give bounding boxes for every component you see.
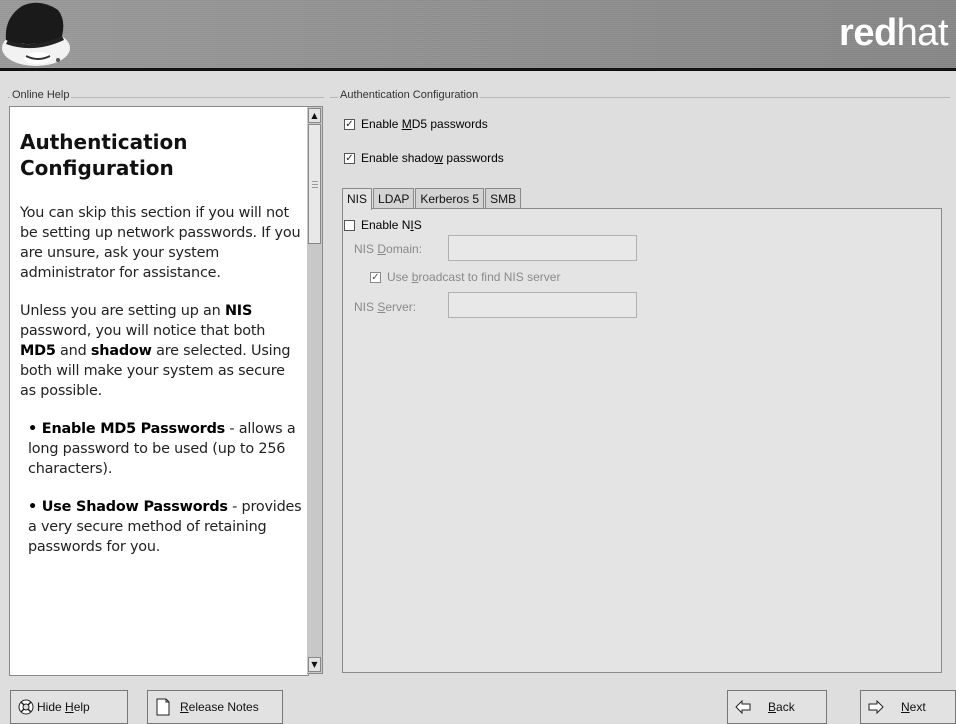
- scroll-thumb[interactable]: [308, 124, 321, 244]
- enable-md5-label: Enable MD5 passwords: [361, 117, 488, 131]
- enable-nis-checkbox-row[interactable]: Enable NIS: [344, 218, 422, 232]
- header-banner: redhat: [0, 0, 956, 71]
- help-paragraph-1: You can skip this section if you will no…: [20, 205, 301, 281]
- tab-ldap[interactable]: LDAP: [373, 188, 415, 208]
- enable-md5-checkbox[interactable]: ✓: [344, 118, 355, 130]
- help-panel: Authentication Configuration You can ski…: [9, 106, 309, 676]
- help-item-md5: • Enable MD5 Passwords - allows a long p…: [28, 421, 296, 477]
- back-button[interactable]: Back: [727, 690, 827, 724]
- enable-shadow-checkbox-row[interactable]: ✓ Enable shadow passwords: [344, 151, 504, 165]
- help-scrollbar[interactable]: ▲ ▼: [307, 106, 323, 674]
- nis-broadcast-label: Use broadcast to find NIS server: [387, 270, 561, 284]
- redhat-wordmark: redhat: [839, 12, 948, 54]
- help-group-label: Online Help: [10, 89, 72, 101]
- enable-shadow-checkbox[interactable]: ✓: [344, 152, 355, 164]
- tab-nis[interactable]: NIS: [342, 188, 373, 210]
- nis-domain-label: NIS Domain:: [354, 242, 423, 256]
- next-button[interactable]: Next: [860, 690, 956, 724]
- nis-server-label: NIS Server:: [354, 300, 417, 314]
- enable-nis-checkbox[interactable]: [344, 219, 355, 231]
- help-item-shadow: • Use Shadow Passwords - provides a very…: [28, 499, 302, 555]
- document-icon: [154, 698, 172, 716]
- help-title: Authentication Configuration: [20, 130, 188, 180]
- help-lifebuoy-icon: [17, 698, 35, 716]
- nis-server-input[interactable]: [448, 292, 637, 318]
- release-notes-button[interactable]: Release Notes: [147, 690, 283, 724]
- nis-broadcast-checkbox-row[interactable]: ✓ Use broadcast to find NIS server: [370, 270, 560, 284]
- nis-domain-input[interactable]: [448, 235, 637, 261]
- arrow-right-icon: [867, 698, 885, 716]
- nis-broadcast-checkbox[interactable]: ✓: [370, 271, 381, 283]
- enable-shadow-label: Enable shadow passwords: [361, 151, 504, 165]
- tab-kerberos[interactable]: Kerberos 5: [415, 188, 485, 208]
- enable-md5-checkbox-row[interactable]: ✓ Enable MD5 passwords: [344, 117, 488, 131]
- redhat-shadowman-logo: [2, 2, 70, 66]
- scroll-up-arrow-icon[interactable]: ▲: [308, 108, 321, 123]
- hide-help-button[interactable]: Hide Help: [10, 690, 128, 724]
- auth-tabs: NIS LDAP Kerberos 5 SMB: [342, 188, 522, 210]
- auth-group-label: Authentication Configuration: [338, 89, 481, 101]
- enable-nis-label: Enable NIS: [361, 218, 422, 232]
- help-paragraph-2: Unless you are setting up an NIS passwor…: [20, 303, 291, 399]
- scroll-down-arrow-icon[interactable]: ▼: [308, 657, 321, 672]
- arrow-left-icon: [734, 698, 752, 716]
- tab-smb[interactable]: SMB: [485, 188, 522, 208]
